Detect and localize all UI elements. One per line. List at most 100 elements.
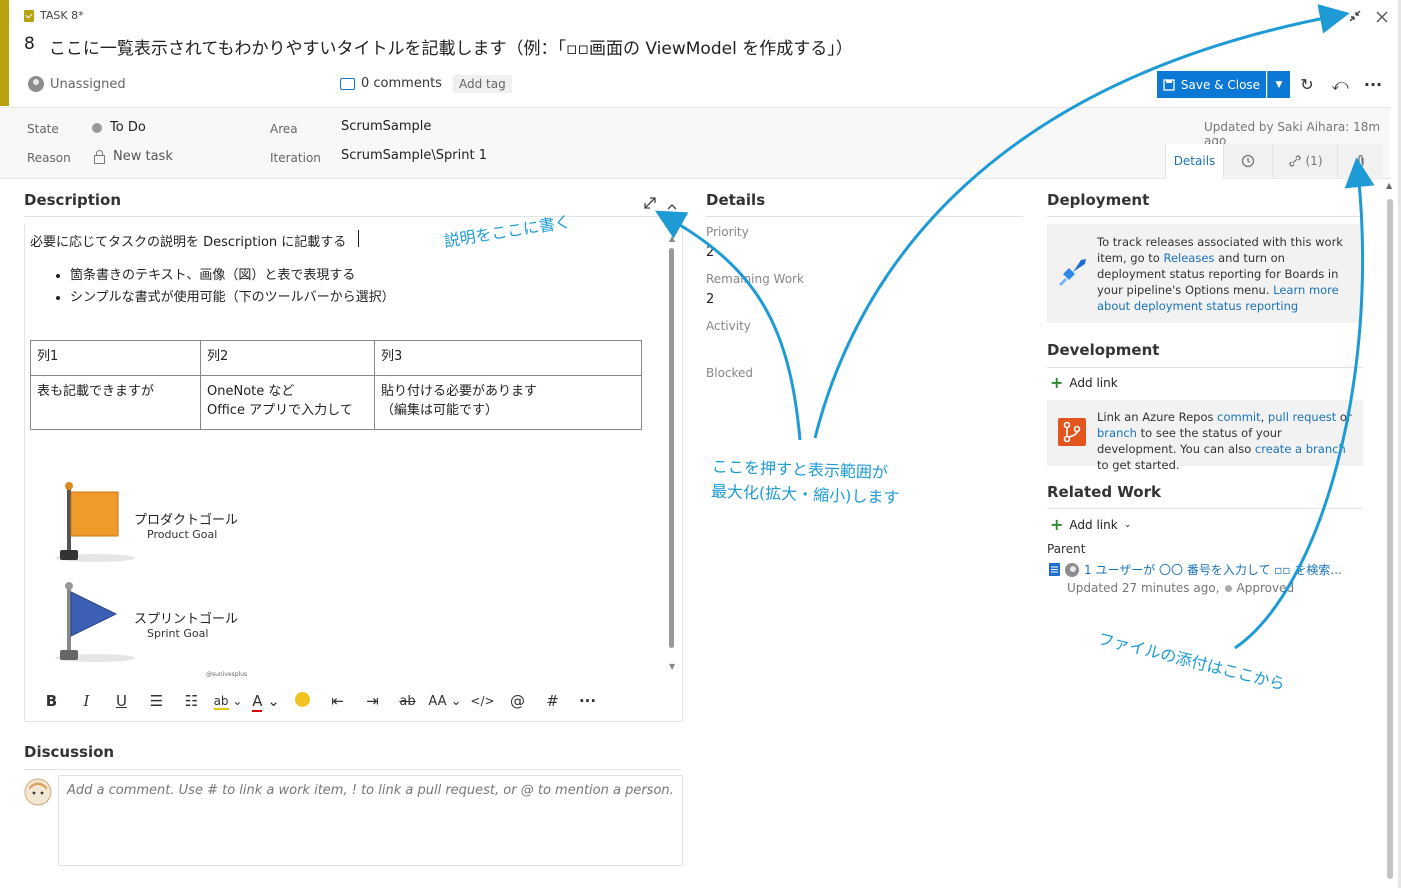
- remaining-work-field[interactable]: 2: [706, 292, 714, 307]
- table-cell: 列1: [30, 340, 201, 376]
- work-item-title[interactable]: ここに一覧表示されてもわかりやすいタイトルを記載します（例：「▫▫画面の Vie…: [49, 34, 853, 59]
- work-item-tabs: Details (1): [1165, 144, 1383, 179]
- more-format-icon[interactable]: ···: [570, 692, 605, 710]
- state-dot-icon: [1224, 584, 1232, 592]
- comment-icon: [340, 77, 355, 90]
- description-heading: Description: [24, 191, 122, 209]
- more-actions-icon[interactable]: ···: [1362, 74, 1384, 96]
- tab-attachments[interactable]: [1337, 144, 1383, 177]
- emoji-icon[interactable]: [285, 691, 320, 711]
- parent-label: Parent: [1047, 542, 1086, 556]
- table-cell: 列2: [200, 340, 375, 376]
- restore-size-icon[interactable]: [1345, 8, 1365, 28]
- product-goal-flag-icon: [55, 482, 135, 562]
- avatar: [28, 76, 44, 92]
- save-close-button[interactable]: Save & Close: [1157, 71, 1266, 98]
- title-row[interactable]: 8 ここに一覧表示されてもわかりやすいタイトルを記載します（例：「▫▫画面の V…: [24, 34, 853, 59]
- product-goal-label: プロダクトゴール: [134, 513, 239, 528]
- commit-link[interactable]: commit: [1217, 410, 1260, 424]
- description-text: 必要に応じてタスクの説明を Description に記載する: [30, 235, 347, 250]
- list-item: シンプルな書式が使用可能（下のツールバーから選択）: [70, 286, 395, 305]
- refresh-icon[interactable]: ↻: [1296, 74, 1318, 96]
- save-options-dropdown[interactable]: ▼: [1267, 71, 1290, 98]
- work-item-type-color-bar: [0, 0, 9, 106]
- scroll-up-icon[interactable]: ▲: [1386, 181, 1392, 190]
- undo-icon[interactable]: ⤺: [1329, 74, 1351, 96]
- parent-updated: Updated 27 minutes ago,: [1067, 581, 1220, 595]
- blocked-field[interactable]: [706, 384, 1006, 404]
- development-text: Link an Azure Repos commit, pull request…: [1097, 409, 1355, 473]
- maximize-icon[interactable]: [643, 195, 657, 209]
- sprint-goal-sublabel: Sprint Goal: [147, 627, 209, 640]
- bullet-list-icon[interactable]: ☰: [139, 692, 174, 710]
- priority-field[interactable]: 2: [706, 245, 714, 260]
- branch-link[interactable]: branch: [1097, 426, 1137, 440]
- comments-count: 0 comments: [361, 76, 442, 91]
- mention-icon[interactable]: @: [500, 692, 535, 710]
- sprint-goal-flag-icon: [55, 582, 135, 662]
- scrollbar-thumb[interactable]: [669, 248, 674, 648]
- close-icon[interactable]: [1372, 8, 1392, 28]
- bold-icon[interactable]: B: [34, 692, 69, 710]
- numbered-list-icon[interactable]: ☷: [174, 692, 209, 710]
- hashtag-icon[interactable]: #: [535, 692, 570, 710]
- azure-pipelines-icon: [1059, 259, 1086, 286]
- releases-link[interactable]: Releases: [1163, 251, 1214, 265]
- add-link-label: Add link: [1069, 518, 1118, 532]
- tab-links[interactable]: (1): [1272, 144, 1337, 177]
- code-icon[interactable]: </>: [465, 694, 500, 708]
- strikethrough-icon[interactable]: ab: [390, 694, 425, 709]
- state-label: State: [27, 122, 59, 136]
- create-branch-link[interactable]: create a branch: [1255, 442, 1346, 456]
- iteration-field[interactable]: ScrumSample\Sprint 1: [341, 148, 487, 163]
- related-add-link[interactable]: + Add link ⌄: [1050, 517, 1131, 533]
- scroll-up-icon[interactable]: ▲: [669, 234, 675, 243]
- tab-history[interactable]: [1223, 144, 1272, 177]
- font-size-icon[interactable]: AA ⌄: [425, 694, 465, 709]
- development-add-link[interactable]: + Add link: [1050, 375, 1118, 391]
- table-cell: OneNote など Office アプリで入力して: [200, 374, 375, 430]
- comment-placeholder: Add a comment. Use # to link a work item…: [67, 783, 674, 798]
- pull-request-link[interactable]: pull request: [1268, 410, 1336, 424]
- state-field[interactable]: To Do: [92, 120, 146, 135]
- area-field[interactable]: ScrumSample: [341, 119, 431, 134]
- save-close-label: Save & Close: [1180, 77, 1261, 92]
- product-goal-sublabel: Product Goal: [147, 528, 218, 541]
- italic-icon[interactable]: I: [69, 692, 104, 710]
- chevron-down-icon: ▼: [1275, 79, 1283, 90]
- highlight-icon[interactable]: ab ⌄: [209, 694, 247, 710]
- table-row: 列1 列2 列3: [30, 340, 642, 376]
- parent-work-item[interactable]: 1 ユーザーが 〇〇 番号を入力して ▫▫ を検索...: [1049, 561, 1342, 578]
- link-icon: [1288, 154, 1301, 167]
- page-scrollbar[interactable]: ▲: [1384, 181, 1396, 881]
- assignee-picker[interactable]: Unassigned: [28, 72, 126, 96]
- table-cell: 貼り付ける必要があります （編集は可能です）: [374, 374, 642, 430]
- indent-icon[interactable]: ⇥: [355, 692, 390, 710]
- paperclip-icon: [1357, 154, 1364, 167]
- activity-field[interactable]: [706, 337, 1006, 357]
- development-text-1: Link an Azure Repos: [1097, 410, 1218, 424]
- remaining-work-label: Remaining Work: [706, 272, 804, 286]
- font-color-icon[interactable]: A ⌄: [247, 692, 285, 712]
- scrollbar-thumb[interactable]: [1387, 199, 1393, 879]
- parent-title[interactable]: 1 ユーザーが 〇〇 番号を入力して ▫▫ を検索...: [1084, 561, 1342, 578]
- history-icon: [1241, 154, 1255, 167]
- deployment-heading: Deployment: [1047, 191, 1150, 209]
- scroll-down-icon[interactable]: ▼: [669, 662, 675, 671]
- reason-label: Reason: [27, 151, 71, 165]
- development-text-2: or: [1336, 410, 1352, 424]
- table-cell: 表も記載できますが: [30, 374, 201, 430]
- image-watermark: @sunivesplus: [206, 671, 248, 678]
- tab-details[interactable]: Details: [1165, 144, 1223, 179]
- area-label: Area: [270, 122, 298, 136]
- iteration-label: Iteration: [270, 151, 321, 165]
- collapse-chevron-icon[interactable]: [666, 197, 678, 210]
- task-tag-label: TASK 8*: [40, 9, 84, 22]
- add-tag-button[interactable]: Add tag: [453, 75, 512, 93]
- comments-link[interactable]: 0 comments: [340, 76, 442, 91]
- underline-icon[interactable]: U: [104, 692, 139, 710]
- outdent-icon[interactable]: ⇤: [320, 692, 355, 710]
- table-row: 表も記載できますが OneNote など Office アプリで入力して 貼り付…: [30, 374, 642, 430]
- description-scrollbar[interactable]: ▲ ▼: [667, 234, 677, 674]
- links-count: (1): [1305, 153, 1323, 168]
